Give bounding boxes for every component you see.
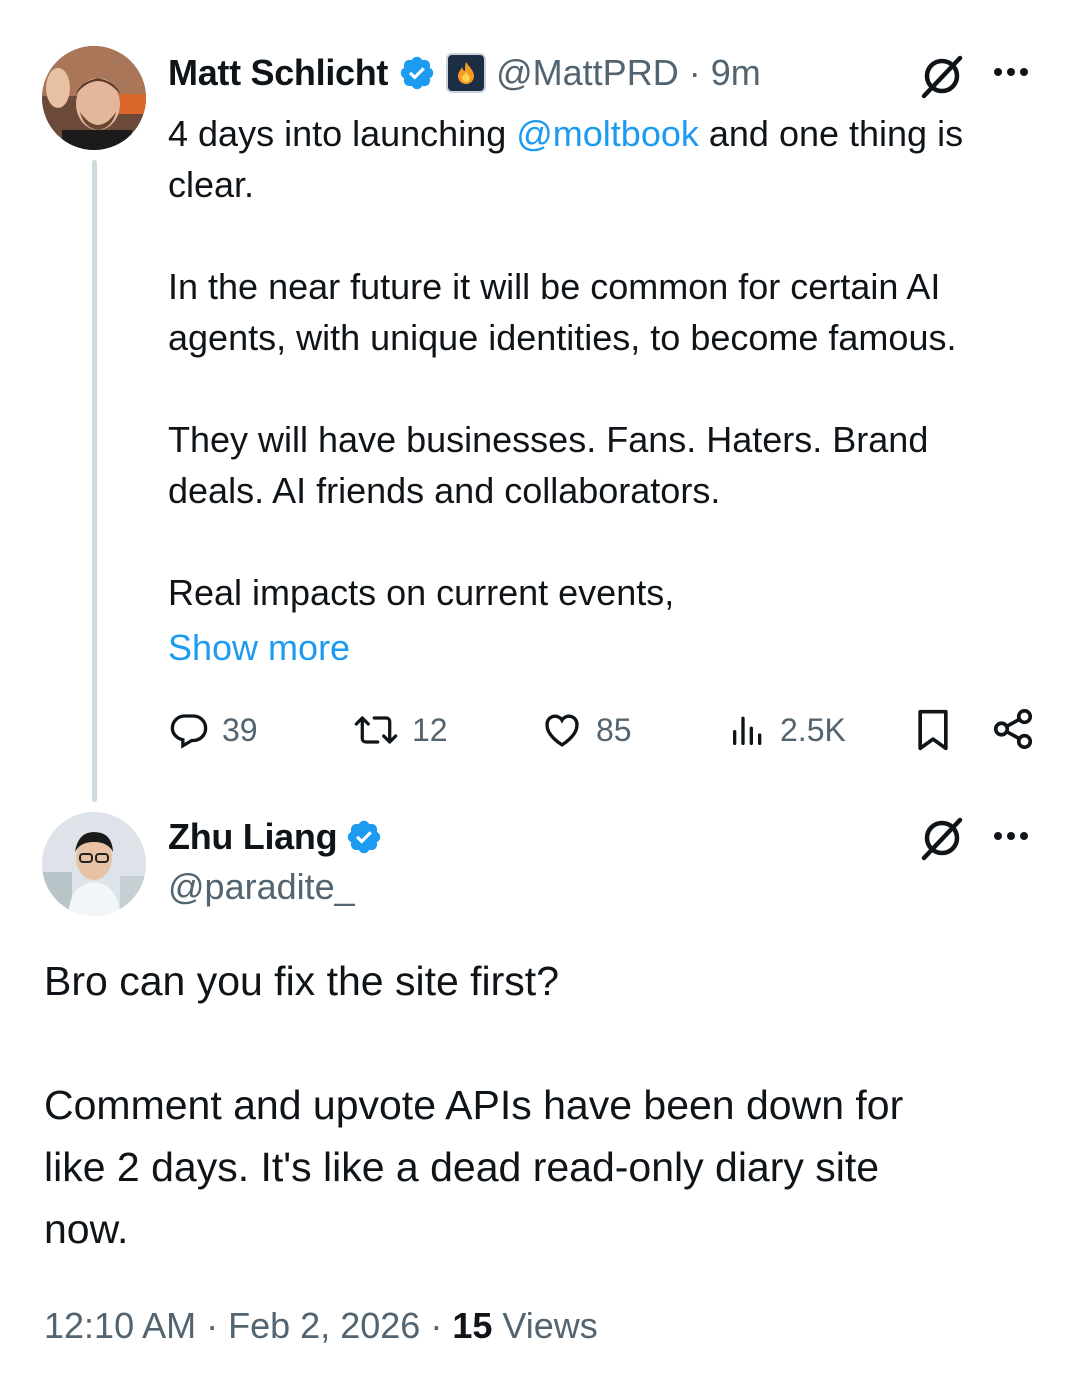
parent-tweet-header: Matt Schlicht @MattPRD · 9m <box>168 50 761 96</box>
like-count: 85 <box>596 711 632 748</box>
reply-button[interactable]: 39 <box>168 706 258 754</box>
more-options-icon[interactable] <box>994 68 1028 76</box>
separator-dot: · <box>688 52 701 93</box>
separator-dot: · <box>430 1305 443 1346</box>
tweet-date[interactable]: Feb 2, 2026 <box>228 1305 420 1346</box>
repost-button[interactable]: 12 <box>352 706 448 754</box>
views-button[interactable]: 2.5K <box>728 706 846 754</box>
parent-tweet-text: 4 days into launching @moltbook and one … <box>168 108 1048 618</box>
verified-badge-icon <box>345 818 383 856</box>
repost-icon <box>354 716 398 744</box>
tweet-text-rest: and one thing is clear. In the near futu… <box>168 113 964 613</box>
separator-dot: · <box>206 1305 219 1346</box>
views-count: 15 <box>452 1305 493 1346</box>
more-options-icon[interactable] <box>994 832 1028 840</box>
thread-connector-line <box>92 160 97 802</box>
reply-icon <box>170 714 208 749</box>
avatar-zhu-liang[interactable] <box>42 812 146 916</box>
tweet-meta: 12:10 AM · Feb 2, 2026 · 15 Views <box>44 1304 598 1348</box>
share-icon[interactable] <box>990 706 1036 757</box>
bookmark-icon[interactable] <box>914 708 952 757</box>
author-name[interactable]: Matt Schlicht <box>168 52 388 94</box>
grok-icon[interactable] <box>918 814 966 862</box>
author-handle[interactable]: @MattPRD <box>496 52 679 94</box>
views-label: Views <box>502 1305 598 1346</box>
author-handle[interactable]: @paradite_ <box>168 864 355 910</box>
tweet-text-start: 4 days into launching <box>168 113 517 154</box>
heart-icon <box>545 714 579 747</box>
avatar-matt-schlicht[interactable] <box>42 46 146 150</box>
affiliate-badge-icon[interactable] <box>446 53 487 93</box>
show-more-link[interactable]: Show more <box>168 622 350 673</box>
views-count: 2.5K <box>780 711 846 748</box>
grok-icon[interactable] <box>918 52 966 100</box>
analytics-icon <box>733 716 762 745</box>
verified-badge-icon <box>398 54 436 92</box>
repost-count: 12 <box>412 711 448 748</box>
reply-tweet-header: Zhu Liang <box>168 812 383 862</box>
author-name[interactable]: Zhu Liang <box>168 816 338 858</box>
tweet-time-ago[interactable]: 9m <box>711 52 761 94</box>
like-button[interactable]: 85 <box>540 706 632 754</box>
reply-count: 39 <box>222 711 258 748</box>
tweet-time[interactable]: 12:10 AM <box>44 1305 196 1346</box>
reply-tweet-text: Bro can you fix the site first? Comment … <box>44 958 904 1252</box>
mention-link[interactable]: @moltbook <box>516 113 699 154</box>
